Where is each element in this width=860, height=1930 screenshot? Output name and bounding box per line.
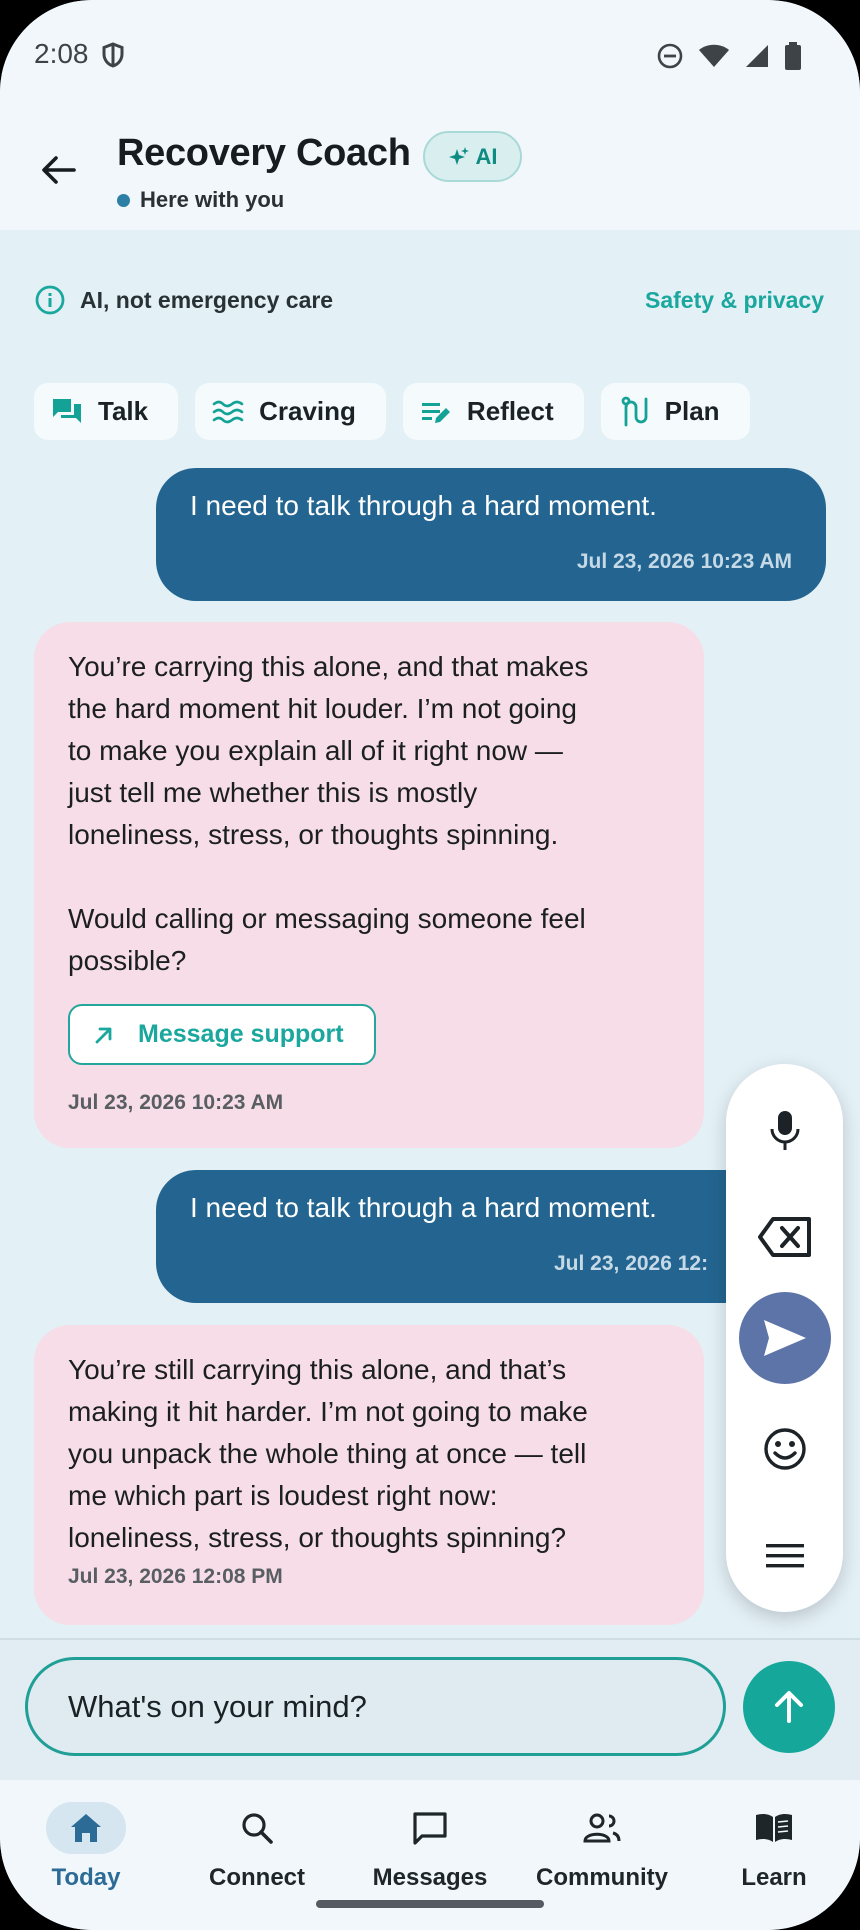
app-bar: Recovery Coach AI Here with you (0, 110, 860, 230)
edit-notes-icon (421, 402, 450, 423)
nav-icon-wrap (46, 1802, 126, 1854)
nav-today[interactable]: Today (11, 1802, 161, 1892)
ai-badge: AI (423, 131, 522, 182)
dnd-icon (656, 42, 684, 75)
submit-button[interactable] (743, 1661, 835, 1753)
backspace-icon (757, 1217, 811, 1257)
send-button[interactable] (726, 1292, 843, 1384)
presence-status: Here with you (117, 187, 284, 213)
nav-messages[interactable]: Messages (355, 1802, 505, 1892)
nav-community[interactable]: Community (527, 1802, 677, 1892)
nav-icon-wrap (734, 1802, 814, 1854)
arrow-outward-icon (95, 1027, 112, 1043)
emoji-button[interactable] (726, 1420, 843, 1478)
nav-label: Community (536, 1864, 668, 1891)
info-icon (35, 285, 65, 315)
message-text: I need to talk through a hard moment. (190, 490, 657, 521)
nav-icon-wrap (217, 1802, 297, 1854)
waves-icon (212, 400, 244, 423)
nav-icon-wrap (390, 1802, 470, 1854)
page-title: Recovery Coach (117, 132, 411, 174)
message-actions: Message support (68, 1004, 670, 1065)
search-icon (242, 1813, 273, 1844)
message-time: Jul 23, 2026 12: (554, 1252, 709, 1275)
disclaimer: AI, not emergency care (34, 284, 333, 316)
chip-label: Talk (98, 396, 149, 426)
cell-signal-icon (744, 43, 770, 74)
message-text: You’re carrying this alone, and that mak… (68, 651, 589, 976)
people-icon (583, 1813, 621, 1843)
home-indicator[interactable] (316, 1900, 544, 1908)
back-button[interactable] (36, 148, 80, 192)
user-message: I need to talk through a hard moment. Ju… (156, 468, 826, 601)
message-support-button[interactable]: Message support (68, 1004, 376, 1065)
nav-label: Messages (372, 1864, 488, 1891)
nav-icon-wrap (562, 1802, 642, 1854)
online-dot (117, 193, 130, 207)
message-support-label: Message support (138, 1020, 344, 1048)
arrow-back-icon (42, 156, 76, 184)
backspace-button[interactable] (726, 1208, 843, 1266)
coach-message: You’re still carrying this alone, and th… (34, 1325, 704, 1625)
chip-talk[interactable]: Talk (34, 383, 179, 440)
presence-label: Here with you (140, 187, 285, 212)
mic-button[interactable] (726, 1102, 843, 1160)
status-bar: 2:08 (0, 0, 860, 110)
chip-reflect[interactable]: Reflect (402, 383, 584, 440)
sparkle-icon (448, 146, 469, 165)
send-icon (763, 1320, 806, 1356)
chip-label: Reflect (466, 396, 554, 426)
nav-label: Today (51, 1864, 121, 1891)
route-icon (621, 396, 648, 426)
disclaimer-text: AI, not emergency care (80, 286, 334, 313)
shield-icon (102, 42, 124, 73)
chip-label: Craving (259, 396, 356, 426)
wifi-icon (698, 43, 730, 74)
nav-connect[interactable]: Connect (182, 1802, 332, 1892)
safety-privacy-link[interactable]: Safety & privacy (645, 287, 824, 314)
quick-actions: Talk Craving Reflect Plan (34, 383, 750, 440)
message-time: Jul 23, 2026 10:23 AM (68, 1091, 284, 1114)
status-icons (656, 42, 802, 75)
message-text: I need to talk through a hard moment. (190, 1192, 657, 1223)
floating-input-toolbar (726, 1064, 843, 1612)
mic-icon (770, 1111, 799, 1150)
message-time: Jul 23, 2026 12:08 PM (68, 1565, 283, 1588)
nav-label: Connect (209, 1864, 305, 1891)
chip-label: Plan (664, 396, 720, 426)
send-circle (738, 1292, 831, 1384)
home-icon (71, 1814, 101, 1842)
chip-craving[interactable]: Craving (195, 383, 386, 440)
arrow-up-icon (775, 1691, 803, 1723)
phone-screen: 2:08 Recovery Coach AI Here with you AI,… (0, 0, 860, 1930)
message-input[interactable]: What's on your mind? (25, 1657, 726, 1756)
battery-icon (784, 42, 802, 75)
chip-plan[interactable]: Plan (600, 383, 750, 440)
ai-badge-label: AI (475, 143, 498, 169)
menu-icon (765, 1544, 804, 1568)
status-time: 2:08 (34, 38, 89, 69)
menu-button[interactable] (726, 1527, 843, 1585)
nav-learn[interactable]: Learn (699, 1802, 849, 1892)
message-icon (413, 1812, 447, 1845)
message-time: Jul 23, 2026 10:23 AM (576, 550, 792, 573)
nav-label: Learn (741, 1864, 807, 1891)
coach-message: You’re carrying this alone, and that mak… (34, 622, 704, 1148)
chat-bubbles-icon (53, 398, 81, 423)
emoji-icon (763, 1428, 806, 1470)
book-icon (756, 1813, 792, 1842)
message-text: You’re still carrying this alone, and th… (68, 1354, 588, 1553)
